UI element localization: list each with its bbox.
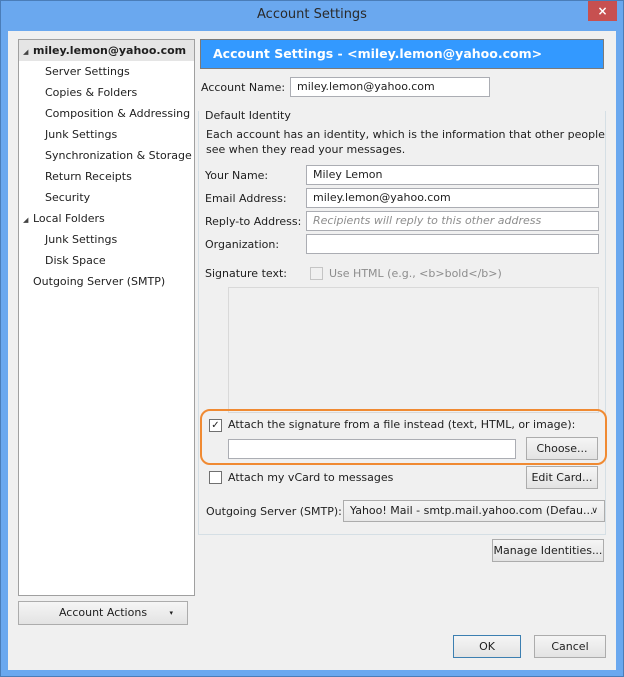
sidebar-item-label: Junk Settings [45,128,118,141]
vcard-label: Attach my vCard to messages [228,471,394,484]
your-name-label: Your Name: [205,169,269,182]
page-header: Account Settings - <miley.lemon@yahoo.co… [200,39,604,69]
account-name-label: Account Name: [201,81,286,94]
sidebar-item-label: Outgoing Server (SMTP) [33,275,166,288]
sidebar-item-label: Disk Space [45,254,106,267]
window-title: Account Settings [257,7,367,22]
sidebar-item-label: Return Receipts [45,170,132,183]
account-tree[interactable]: ◢ miley.lemon@yahoo.com Server Settings Cop… [18,39,195,596]
dialog-body: ◢ miley.lemon@yahoo.com Server Settings Cop… [8,31,616,670]
identity-description: Each account has an identity, which is t… [206,128,605,156]
email-input[interactable]: miley.lemon@yahoo.com [306,188,599,208]
expand-triangle-icon[interactable]: ◢ [23,42,33,63]
sidebar-item[interactable]: Copies & Folders [19,82,194,103]
edit-card-button[interactable]: Edit Card... [526,466,598,489]
account-actions-label: Account Actions [58,606,148,619]
sidebar-item[interactable]: Synchronization & Storage [19,145,194,166]
sidebar-item[interactable]: Composition & Addressing [19,103,194,124]
sidebar-item-label: Local Folders [33,212,105,225]
sidebar-item[interactable]: Junk Settings [19,124,194,145]
expand-triangle-icon[interactable]: ◢ [23,210,33,231]
dropdown-arrow-icon: ▾ [169,609,173,617]
sidebar-item[interactable]: Disk Space [19,250,194,271]
organization-input[interactable] [306,234,599,254]
signature-text-label: Signature text: [205,267,287,280]
sidebar-item-label: miley.lemon@yahoo.com [33,44,187,57]
account-name-input[interactable]: miley.lemon@yahoo.com [290,77,490,97]
sidebar-item[interactable]: Return Receipts [19,166,194,187]
sidebar-item-label: Server Settings [45,65,130,78]
reply-to-input[interactable]: Recipients will reply to this other addr… [306,211,599,231]
signature-file-input[interactable] [228,439,516,459]
sidebar-item[interactable]: Outgoing Server (SMTP) [19,271,194,292]
organization-label: Organization: [205,238,280,251]
sidebar-item-label: Synchronization & Storage [45,149,192,162]
sidebar-item[interactable]: ◢ miley.lemon@yahoo.com [19,40,194,61]
sidebar-item[interactable]: Server Settings [19,61,194,82]
smtp-label: Outgoing Server (SMTP): [206,505,342,518]
title-bar[interactable]: Account Settings × [1,1,623,31]
sidebar-item-label: Copies & Folders [45,86,138,99]
reply-to-label: Reply-to Address: [205,215,302,228]
sidebar-item-label: Security [45,191,91,204]
group-title: Default Identity [205,109,291,122]
use-html-checkbox[interactable] [310,267,323,280]
account-actions-button[interactable]: Account Actions ▾ [18,601,188,625]
choose-button[interactable]: Choose... [526,437,598,460]
attach-signature-label: Attach the signature from a file instead… [228,418,576,431]
account-settings-window: Account Settings × ◢ miley.lemon@yahoo.co… [0,0,624,677]
signature-textarea[interactable] [228,287,599,413]
sidebar-item[interactable]: ◢ Local Folders [19,208,194,229]
attach-signature-checkbox[interactable]: ✓ [209,419,222,432]
vcard-checkbox[interactable] [209,471,222,484]
ok-button[interactable]: OK [453,635,521,658]
sidebar-item[interactable]: Security [19,187,194,208]
chevron-down-icon: ∨ [591,506,598,516]
sidebar-item-label: Junk Settings [45,233,118,246]
email-label: Email Address: [205,192,287,205]
manage-identities-button[interactable]: Manage Identities... [492,539,604,562]
sidebar-item[interactable]: Junk Settings [19,229,194,250]
close-button[interactable]: × [588,1,617,21]
smtp-select[interactable]: Yahoo! Mail - smtp.mail.yahoo.com (Defau… [343,500,605,522]
smtp-value: Yahoo! Mail - smtp.mail.yahoo.com (Defau… [350,504,594,517]
cancel-button[interactable]: Cancel [534,635,606,658]
use-html-label: Use HTML (e.g., <b>bold</b>) [329,267,502,280]
sidebar-item-label: Composition & Addressing [45,107,191,120]
your-name-input[interactable]: Miley Lemon [306,165,599,185]
